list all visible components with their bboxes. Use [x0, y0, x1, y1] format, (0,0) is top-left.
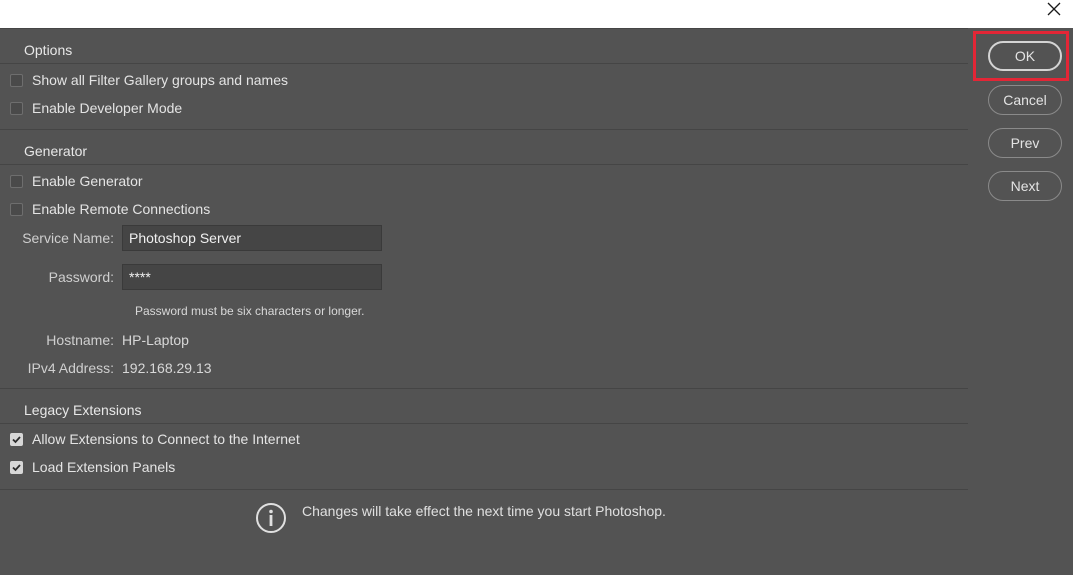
password-input[interactable]: [122, 264, 382, 290]
close-icon[interactable]: [1045, 0, 1063, 18]
divider: [0, 388, 968, 389]
prev-button[interactable]: Prev: [988, 128, 1062, 158]
divider: [0, 129, 968, 130]
checkbox-label: Allow Extensions to Connect to the Inter…: [32, 431, 300, 447]
checkbox-label: Enable Remote Connections: [32, 201, 210, 217]
cancel-button[interactable]: Cancel: [988, 85, 1062, 115]
service-name-input[interactable]: [122, 225, 382, 251]
checkbox[interactable]: [10, 175, 23, 188]
checkbox[interactable]: [10, 74, 23, 87]
checkmark-icon: [11, 462, 22, 473]
divider: [0, 63, 968, 64]
notice-text: Changes will take effect the next time y…: [302, 503, 666, 519]
checkbox-label: Enable Generator: [32, 173, 143, 189]
restart-notice: Changes will take effect the next time y…: [255, 502, 666, 539]
enable-generator-checkbox[interactable]: Enable Generator: [10, 171, 143, 191]
service-name-row: Service Name:: [0, 225, 382, 251]
checkbox[interactable]: [10, 461, 23, 474]
section-title-generator: Generator: [24, 143, 95, 159]
next-button[interactable]: Next: [988, 171, 1062, 201]
service-name-label: Service Name:: [0, 230, 122, 246]
checkbox[interactable]: [10, 433, 23, 446]
ipv4-label: IPv4 Address:: [0, 360, 122, 376]
checkbox-label: Show all Filter Gallery groups and names: [32, 72, 288, 88]
hostname-value: HP-Laptop: [122, 332, 189, 348]
allow-extensions-internet-checkbox[interactable]: Allow Extensions to Connect to the Inter…: [10, 429, 300, 449]
enable-remote-connections-checkbox[interactable]: Enable Remote Connections: [10, 199, 210, 219]
checkmark-icon: [11, 434, 22, 445]
section-title-options: Options: [24, 42, 80, 58]
ipv4-value: 192.168.29.13: [122, 360, 212, 376]
info-icon: [255, 502, 287, 539]
show-filter-gallery-checkbox[interactable]: Show all Filter Gallery groups and names: [10, 70, 288, 90]
ok-button[interactable]: OK: [988, 41, 1062, 71]
preferences-panel: Options Show all Filter Gallery groups a…: [0, 28, 968, 575]
checkbox[interactable]: [10, 203, 23, 216]
checkbox-label: Load Extension Panels: [32, 459, 175, 475]
divider: [0, 489, 968, 490]
hostname-row: Hostname: HP-Laptop: [0, 330, 189, 350]
load-extension-panels-checkbox[interactable]: Load Extension Panels: [10, 457, 175, 477]
divider: [0, 28, 968, 29]
hostname-label: Hostname:: [0, 332, 122, 348]
password-label: Password:: [0, 269, 122, 285]
checkbox[interactable]: [10, 102, 23, 115]
password-row: Password:: [0, 264, 382, 290]
divider: [0, 164, 968, 165]
divider: [0, 423, 968, 424]
section-title-legacy: Legacy Extensions: [24, 402, 150, 418]
ipv4-row: IPv4 Address: 192.168.29.13: [0, 358, 212, 378]
enable-developer-mode-checkbox[interactable]: Enable Developer Mode: [10, 98, 182, 118]
password-hint: Password must be six characters or longe…: [135, 304, 364, 318]
checkbox-label: Enable Developer Mode: [32, 100, 182, 116]
title-bar: [0, 0, 1073, 28]
